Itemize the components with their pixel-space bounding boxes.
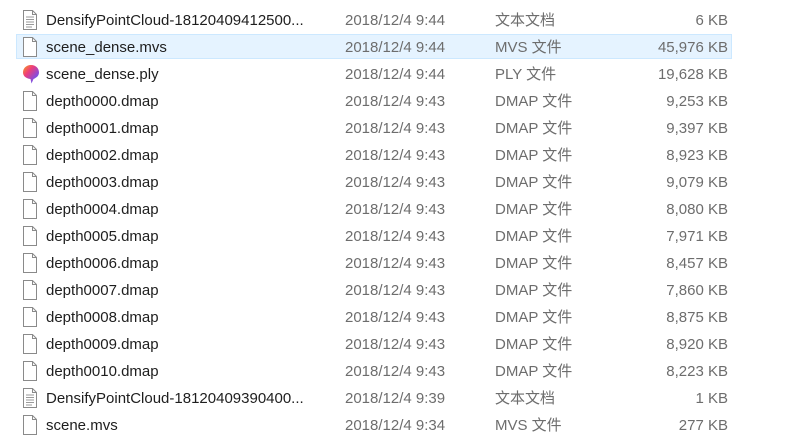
file-size: 8,457 KB <box>666 255 728 272</box>
file-name: depth0006.dmap <box>46 255 159 272</box>
file-size: 8,875 KB <box>666 309 728 326</box>
file-date-modified: 2018/12/4 9:43 <box>345 336 446 353</box>
file-size: 8,920 KB <box>666 336 728 353</box>
text-document-icon <box>21 386 41 411</box>
file-name: depth0004.dmap <box>46 201 159 218</box>
file-row[interactable]: depth0005.dmap 2018/12/4 9:43 DMAP 文件 7,971… <box>16 223 732 248</box>
file-size: 45,976 KB <box>657 39 728 56</box>
file-date-modified: 2018/12/4 9:44 <box>345 39 446 56</box>
file-list: DensifyPointCloud-18120409412500... 2018/… <box>0 0 800 440</box>
blank-file-icon <box>21 332 41 357</box>
file-date-modified: 2018/12/4 9:43 <box>345 363 446 380</box>
file-row[interactable]: depth0010.dmap 2018/12/4 9:43 DMAP 文件 8,223… <box>16 358 732 383</box>
blank-file-icon <box>21 305 41 330</box>
file-name: scene_dense.mvs <box>46 39 167 56</box>
file-type: DMAP 文件 <box>495 228 573 245</box>
file-row[interactable]: depth0006.dmap 2018/12/4 9:43 DMAP 文件 8,457… <box>16 250 732 275</box>
file-size: 9,397 KB <box>666 120 728 137</box>
blank-file-icon <box>21 143 41 168</box>
file-row[interactable]: depth0008.dmap 2018/12/4 9:43 DMAP 文件 8,875… <box>16 304 732 329</box>
blank-file-icon <box>21 197 41 222</box>
file-name: depth0001.dmap <box>46 120 159 137</box>
file-row[interactable]: scene_dense.ply 2018/12/4 9:44 PLY 文件 19,62… <box>16 61 732 86</box>
file-type: DMAP 文件 <box>495 174 573 191</box>
file-size: 8,923 KB <box>666 147 728 164</box>
file-size: 1 KB <box>695 390 728 407</box>
file-name: scene.mvs <box>46 417 118 434</box>
file-type: MVS 文件 <box>495 39 562 56</box>
blank-file-icon <box>21 359 41 384</box>
file-name: depth0003.dmap <box>46 174 159 191</box>
file-name: depth0009.dmap <box>46 336 159 353</box>
file-name: DensifyPointCloud-18120409412500... <box>46 12 304 29</box>
file-name: depth0000.dmap <box>46 93 159 110</box>
file-row[interactable]: DensifyPointCloud-18120409412500... 2018/… <box>16 7 732 32</box>
file-type: DMAP 文件 <box>495 201 573 218</box>
text-document-icon <box>21 8 41 33</box>
blank-file-icon <box>21 35 41 60</box>
file-type: DMAP 文件 <box>495 120 573 137</box>
file-row[interactable]: scene_dense.mvs 2018/12/4 9:44 MVS 文件 45,97… <box>16 34 732 59</box>
file-date-modified: 2018/12/4 9:43 <box>345 228 446 245</box>
file-date-modified: 2018/12/4 9:43 <box>345 282 446 299</box>
blank-file-icon <box>21 116 41 141</box>
file-name: depth0005.dmap <box>46 228 159 245</box>
file-type: 文本文档 <box>495 390 556 407</box>
file-type: MVS 文件 <box>495 417 562 434</box>
file-size: 7,971 KB <box>666 228 728 245</box>
file-type: DMAP 文件 <box>495 147 573 164</box>
file-date-modified: 2018/12/4 9:43 <box>345 309 446 326</box>
file-date-modified: 2018/12/4 9:43 <box>345 174 446 191</box>
file-type: DMAP 文件 <box>495 309 573 326</box>
file-type: 文本文档 <box>495 12 556 29</box>
file-size: 9,253 KB <box>666 93 728 110</box>
file-row[interactable]: depth0001.dmap 2018/12/4 9:43 DMAP 文件 9,397… <box>16 115 732 140</box>
file-type: PLY 文件 <box>495 66 557 83</box>
file-size: 8,223 KB <box>666 363 728 380</box>
file-type: DMAP 文件 <box>495 282 573 299</box>
file-name: scene_dense.ply <box>46 66 159 83</box>
file-date-modified: 2018/12/4 9:44 <box>345 66 446 83</box>
file-date-modified: 2018/12/4 9:43 <box>345 120 446 137</box>
file-date-modified: 2018/12/4 9:43 <box>345 93 446 110</box>
file-name: depth0007.dmap <box>46 282 159 299</box>
file-name: depth0010.dmap <box>46 363 159 380</box>
blank-file-icon <box>21 89 41 114</box>
file-size: 9,079 KB <box>666 174 728 191</box>
file-type: DMAP 文件 <box>495 93 573 110</box>
file-size: 7,860 KB <box>666 282 728 299</box>
blank-file-icon <box>21 278 41 303</box>
file-date-modified: 2018/12/4 9:43 <box>345 147 446 164</box>
file-row[interactable]: depth0009.dmap 2018/12/4 9:43 DMAP 文件 8,920… <box>16 331 732 356</box>
file-type: DMAP 文件 <box>495 255 573 272</box>
blank-file-icon <box>21 170 41 195</box>
file-date-modified: 2018/12/4 9:43 <box>345 201 446 218</box>
file-name: depth0008.dmap <box>46 309 159 326</box>
file-date-modified: 2018/12/4 9:34 <box>345 417 446 434</box>
file-type: DMAP 文件 <box>495 363 573 380</box>
file-row[interactable]: depth0007.dmap 2018/12/4 9:43 DMAP 文件 7,860… <box>16 277 732 302</box>
file-size: 277 KB <box>678 417 728 434</box>
blank-file-icon <box>21 413 41 438</box>
file-row[interactable]: depth0004.dmap 2018/12/4 9:43 DMAP 文件 8,080… <box>16 196 732 221</box>
file-name: depth0002.dmap <box>46 147 159 164</box>
file-size: 19,628 KB <box>657 66 728 83</box>
file-row[interactable]: DensifyPointCloud-18120409390400... 2018/… <box>16 385 732 410</box>
file-size: 6 KB <box>695 12 728 29</box>
file-name: DensifyPointCloud-18120409390400... <box>46 390 304 407</box>
file-date-modified: 2018/12/4 9:43 <box>345 255 446 272</box>
file-row[interactable]: depth0002.dmap 2018/12/4 9:43 DMAP 文件 8,923… <box>16 142 732 167</box>
file-size: 8,080 KB <box>666 201 728 218</box>
file-row[interactable]: scene.mvs 2018/12/4 9:34 MVS 文件 277 KB <box>16 412 732 437</box>
file-date-modified: 2018/12/4 9:44 <box>345 12 446 29</box>
file-row[interactable]: depth0003.dmap 2018/12/4 9:43 DMAP 文件 9,079… <box>16 169 732 194</box>
blank-file-icon <box>21 224 41 249</box>
file-type: DMAP 文件 <box>495 336 573 353</box>
blank-file-icon <box>21 251 41 276</box>
paint-3d-icon <box>21 62 41 87</box>
file-row[interactable]: depth0000.dmap 2018/12/4 9:43 DMAP 文件 9,253… <box>16 88 732 113</box>
file-date-modified: 2018/12/4 9:39 <box>345 390 446 407</box>
